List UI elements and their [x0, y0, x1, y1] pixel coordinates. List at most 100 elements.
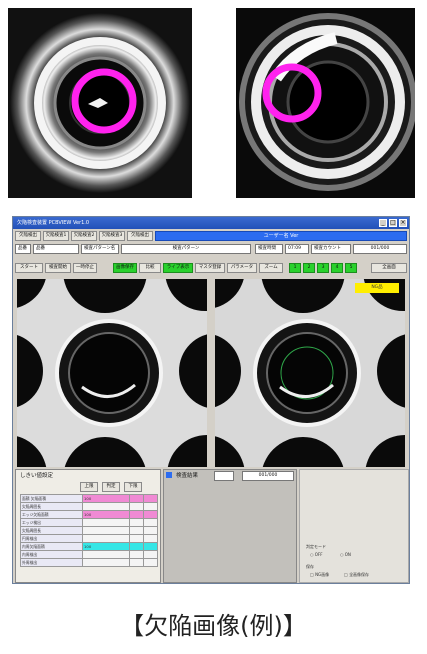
threshold-cell[interactable] [143, 550, 158, 559]
inspection-app-window: 欠陥検査装置 PCBVIEW Ver1.0 _ □ × 欠陥検出 欠陥検査1 欠… [12, 216, 410, 584]
result-indicator [166, 472, 172, 478]
sample-2-graphic [236, 8, 415, 198]
option-off-radio[interactable]: ○ OFF [310, 552, 323, 557]
defect-sample-image-1 [8, 8, 192, 198]
threshold-cell[interactable] [143, 534, 158, 543]
threshold-row: 外周検出 [20, 558, 158, 567]
inspect-start-button[interactable]: 検査開始 [45, 263, 71, 273]
window-title: 欠陥検査装置 PCBVIEW Ver1.0 [17, 220, 90, 226]
threshold-row-label: 内周欠陥面積 [20, 542, 83, 551]
threshold-cell[interactable] [129, 534, 145, 543]
threshold-row: 内周検出 [20, 550, 158, 559]
threshold-cell[interactable] [81, 558, 131, 567]
camera-view-left[interactable] [17, 279, 207, 467]
threshold-row: エッジ検出 [20, 518, 158, 527]
toolbar-row-1: 欠陥検出 欠陥検査1 欠陥検査2 欠陥検査3 欠陥検出 ユーザー名 Ver [13, 231, 409, 243]
count-label: 検査カウント [311, 244, 351, 254]
threshold-cell[interactable] [143, 502, 158, 511]
threshold-cell[interactable] [129, 494, 145, 503]
close-button[interactable]: × [399, 219, 407, 227]
window-titlebar: 欠陥検査装置 PCBVIEW Ver1.0 _ □ × [13, 217, 409, 229]
lot-field[interactable]: 品番 [33, 244, 79, 254]
threshold-cell[interactable] [81, 534, 131, 543]
figure-caption: 【欠陥画像(例)】 [120, 612, 307, 640]
option-group-1-label: 判定モード [306, 544, 326, 549]
threshold-cell[interactable] [143, 558, 158, 567]
threshold-row-label: 欠陥周囲長 [20, 526, 83, 535]
threshold-cell[interactable] [143, 542, 158, 551]
save-image-button[interactable]: 画像保存 [113, 263, 137, 273]
lot-label: 品番 [15, 244, 31, 254]
threshold-cell[interactable] [129, 542, 145, 551]
maximize-button[interactable]: □ [389, 219, 397, 227]
header-lower: 下限 [124, 482, 142, 492]
sample-1-graphic [8, 8, 192, 198]
threshold-cell[interactable] [81, 518, 131, 527]
threshold-cell[interactable] [129, 526, 145, 535]
threshold-row-label: エッジ欠陥面積 [20, 510, 83, 519]
threshold-cell[interactable] [81, 550, 131, 559]
option-ng-label: NG画像 [315, 572, 330, 577]
threshold-cell[interactable] [129, 510, 145, 519]
parameter-button[interactable]: パラメータ [227, 263, 257, 273]
threshold-cell[interactable]: 100 [81, 510, 131, 519]
minimize-button[interactable]: _ [379, 219, 387, 227]
result-count-field: 001/000 [242, 471, 294, 481]
channel-4-button[interactable]: 4 [331, 263, 343, 273]
threshold-row-label: エッジ検出 [20, 518, 83, 527]
threshold-cell[interactable] [81, 502, 131, 511]
mode-button-5[interactable]: 欠陥検出 [127, 231, 153, 241]
fullscreen-button[interactable]: 全画面 [371, 263, 407, 273]
header-judge: 判定 [102, 482, 120, 492]
option-on-radio[interactable]: ○ ON [340, 552, 351, 557]
inspection-result-panel: 検査結果 001/000 [163, 469, 297, 583]
model-field[interactable]: 検査パターン [121, 244, 251, 254]
option-off-label: OFF [314, 552, 323, 557]
channel-2-button[interactable]: 2 [303, 263, 315, 273]
live-view-button[interactable]: ライブ表示 [163, 263, 193, 273]
header-upper: 上限 [80, 482, 98, 492]
zoom-button[interactable]: ズーム [259, 263, 283, 273]
threshold-cell[interactable]: 100 [81, 494, 131, 503]
threshold-cell[interactable] [129, 558, 145, 567]
master-register-button[interactable]: マスタ登録 [195, 263, 225, 273]
time-field: 07:09 [285, 244, 309, 254]
option-ng-checkbox[interactable]: □ NG画像 [310, 572, 329, 578]
camera-right-graphic [215, 279, 405, 467]
threshold-cell[interactable] [81, 526, 131, 535]
threshold-table: 面積 欠陥面積 100 欠陥周囲長 エッジ欠陥面積 100 エッジ検出 欠陥周囲長 円周検出内… [20, 494, 158, 567]
pause-button[interactable]: 一時停止 [73, 263, 97, 273]
threshold-cell[interactable] [129, 518, 145, 527]
threshold-cell[interactable] [143, 510, 158, 519]
threshold-cell[interactable] [143, 518, 158, 527]
option-group-2-label: 保存 [306, 564, 314, 569]
camera-view-right[interactable]: NG品 [215, 279, 405, 467]
option-panel: 判定モード ○ OFF ○ ON 保存 □ NG画像 □ 全画像保存 [299, 469, 409, 583]
channel-1-button[interactable]: 1 [289, 263, 301, 273]
threshold-row: エッジ欠陥面積 100 [20, 510, 158, 519]
threshold-settings-title: しきい値設定 [20, 473, 54, 479]
result-tag: NG品 [355, 283, 399, 293]
threshold-row: 円周検出 [20, 534, 158, 543]
count-field: 001/000 [353, 244, 407, 254]
result-field-a[interactable] [214, 471, 234, 481]
threshold-row-label: 欠陥周囲長 [20, 502, 83, 511]
time-label: 検査時間 [255, 244, 283, 254]
threshold-cell[interactable] [129, 550, 145, 559]
channel-5-button[interactable]: 5 [345, 263, 357, 273]
compare-button[interactable]: 比較 [139, 263, 161, 273]
threshold-cell[interactable] [143, 494, 158, 503]
threshold-cell[interactable] [143, 526, 158, 535]
mode-button-4[interactable]: 欠陥検査3 [99, 231, 125, 241]
mode-button-2[interactable]: 欠陥検査1 [43, 231, 69, 241]
option-all-checkbox[interactable]: □ 全画像保存 [344, 572, 369, 578]
threshold-row-label: 内周検出 [20, 550, 83, 559]
threshold-row: 欠陥周囲長 [20, 502, 158, 511]
header-status-bar: ユーザー名 Ver [155, 231, 407, 241]
mode-button-3[interactable]: 欠陥検査2 [71, 231, 97, 241]
channel-3-button[interactable]: 3 [317, 263, 329, 273]
start-button[interactable]: スタート [15, 263, 43, 273]
threshold-cell[interactable] [129, 502, 145, 511]
threshold-cell[interactable]: 100 [81, 542, 131, 551]
mode-button-1[interactable]: 欠陥検出 [15, 231, 41, 241]
